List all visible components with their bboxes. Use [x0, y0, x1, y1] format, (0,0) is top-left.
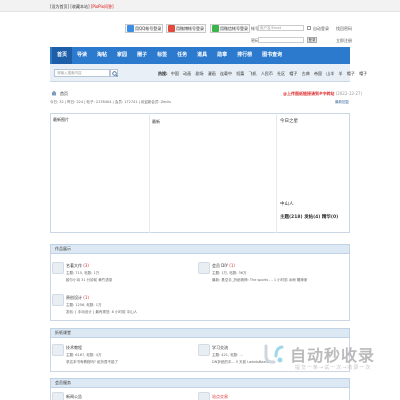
forum-stats-line: 主题: 421, 帖数: ... [212, 353, 243, 357]
hot-word[interactable]: 中国 [171, 71, 179, 76]
forum-stats-line: 主题: 1万, 帖数: 36万 [212, 271, 247, 275]
watermark-tagline: 提交一条→试一次→收录一次 [295, 365, 372, 371]
weibo-login-button[interactable]: 用微博帐号登录 [166, 24, 206, 33]
auto-login-checkbox[interactable] [307, 26, 311, 30]
hot-search-words: 热搜: 中国 动画 剧场 漫画 连载中 短篇 飞机 人民币 社区 帽子 古典 帝… [158, 71, 370, 77]
wechat-login-button[interactable]: 用微信帐号登录 [210, 24, 250, 33]
today-star-title: 今日之星 [280, 119, 298, 124]
latest-replies-link[interactable]: 最新回复 [335, 100, 349, 105]
hot-word[interactable]: 羊 [339, 71, 343, 76]
forum-title[interactable]: 新闻公告 [66, 394, 82, 400]
forum-icon[interactable] [52, 344, 64, 356]
hot-word[interactable]: 剧场 [195, 71, 203, 76]
forum-stats-line: 主题: 715, 帖数: 1万 [66, 271, 100, 275]
section-header-works[interactable]: 作品展示 [50, 244, 350, 254]
account-input[interactable]: 用户名/Email [258, 25, 304, 31]
hot-word[interactable]: 连载中 [220, 71, 232, 76]
search-input[interactable]: 请输入搜索内容 [54, 69, 110, 77]
top-links: [设为首页] [收藏本站] [PixPix问答] [50, 4, 114, 10]
auto-login-label: 自动登录 [313, 26, 329, 31]
forum-title[interactable]: 技术教程 [66, 345, 82, 351]
hot-word[interactable]: 帽子 [289, 71, 297, 76]
nav-tasks[interactable]: 任务 [172, 47, 192, 64]
forum-icon[interactable] [52, 294, 64, 306]
nav-collections[interactable]: 淘帖 [92, 47, 112, 64]
hot-word[interactable]: 山羊 [326, 71, 334, 76]
hot-word[interactable]: 帽子 [347, 71, 355, 76]
hot-word[interactable]: 人民币 [261, 71, 273, 76]
forum-icon[interactable] [198, 392, 210, 400]
latest-images-title: 最新图片 [53, 117, 69, 122]
hot-search-label: 热搜: [158, 71, 168, 76]
forum-title[interactable]: 会员 DIY (1) [212, 263, 235, 269]
hot-word[interactable]: 古典 [302, 71, 310, 76]
main-nav: 首页 导读 淘帖 家园 圈子 标签 任务 道具 勋章 排行榜 图书查询 [50, 47, 350, 64]
login-button[interactable]: 登录 [307, 37, 317, 43]
hot-word[interactable]: 社区 [277, 71, 285, 76]
today-star-stats: 主题(218) 发帖(4) 精华(0) [280, 215, 339, 220]
forum-last-post[interactable]: 欧尔小诗 31 分钟前 黄竹语录 [66, 278, 112, 283]
forum-title[interactable]: 原创设计 (1) [66, 295, 89, 301]
hot-word[interactable]: 动画 [183, 71, 191, 76]
hot-word[interactable]: 飞机 [249, 71, 257, 76]
forum-icon[interactable] [52, 262, 64, 274]
forum-title[interactable]: 学习交流 [212, 345, 228, 351]
qq-icon [127, 25, 134, 32]
forum-last-post[interactable]: 发帖: [ 手动设计 ] 最有规范: 8 小时前 中山人 [66, 310, 137, 315]
today-star-name[interactable]: 中山人 [280, 201, 294, 207]
register-link[interactable]: 立即注册 [336, 38, 352, 44]
breadcrumb: 首页 [60, 91, 68, 97]
qq-login-button[interactable]: 用QQ帐号登录 [125, 24, 164, 33]
forum-icon[interactable] [52, 392, 64, 400]
nav-book-search[interactable]: 图书查询 [257, 47, 287, 64]
hot-word[interactable]: 帝国 [314, 71, 322, 76]
forum-last-post[interactable]: 最新: 悬空手_折纸精神: The sports ... 1 小时前 冰雨 雕琢… [212, 278, 347, 283]
forum-stats-line: 主题: 6167, 帖数: 4万 [66, 353, 102, 357]
forum-icon[interactable] [198, 262, 210, 274]
nav-ranking[interactable]: 排行榜 [232, 47, 257, 64]
latest-posts-title: 最新 [152, 119, 160, 124]
hot-box-divider [149, 113, 150, 233]
nav-medals[interactable]: 勋章 [212, 47, 232, 64]
hot-word[interactable]: 漫画 [208, 71, 216, 76]
set-homepage-link[interactable]: [设为首页] [50, 4, 69, 9]
search-button[interactable] [110, 69, 118, 77]
forum-last-post[interactable]: 求这本书有教程吗? 纸折叠不能了 [66, 360, 118, 365]
hot-box-divider [276, 113, 277, 233]
wechat-icon [212, 25, 219, 32]
home-icon[interactable] [51, 90, 57, 96]
forum-title[interactable]: 名著大作 (3) [66, 263, 89, 269]
search-icon [112, 71, 118, 77]
section-header-member-services[interactable]: 会员服务 [50, 378, 350, 388]
nav-home[interactable]: 首页 [52, 47, 73, 64]
forum-stats-line: 主题: 1256, 帖数: 1万 [66, 303, 102, 307]
nav-guide[interactable]: 导读 [72, 47, 92, 64]
hot-word[interactable]: 短篇 [236, 71, 244, 76]
watermark-brand: 自动秒收录 [290, 346, 376, 365]
nav-space[interactable]: 家园 [112, 47, 132, 64]
password-input[interactable] [258, 37, 304, 43]
weibo-icon [168, 25, 175, 32]
forum-title[interactable]: 站点交易 [212, 394, 228, 400]
nav-groups[interactable]: 圈子 [132, 47, 152, 64]
forum-icon[interactable] [198, 344, 210, 356]
nav-props[interactable]: 道具 [192, 47, 212, 64]
nav-tags[interactable]: 标签 [152, 47, 172, 64]
announcement-link[interactable]: @上传图纸链接请到#中转站 (2022-12-27) [283, 91, 362, 97]
breadcrumb-home[interactable]: 首页 [60, 91, 68, 96]
pixpix-qa-link[interactable]: [PixPix问答] [91, 4, 114, 9]
forgot-password-link[interactable]: 找回密码 [336, 26, 352, 32]
forum-stats: 今日: 32 | 昨日: 224 | 帖子: 2178404 | 会员: 172… [50, 100, 171, 104]
hot-word[interactable]: 帽子 [359, 71, 367, 76]
bookmark-link[interactable]: [收藏本站] [70, 4, 89, 9]
section-header-class[interactable]: 折纸课堂 [50, 328, 350, 338]
watermark-logo [262, 342, 286, 366]
